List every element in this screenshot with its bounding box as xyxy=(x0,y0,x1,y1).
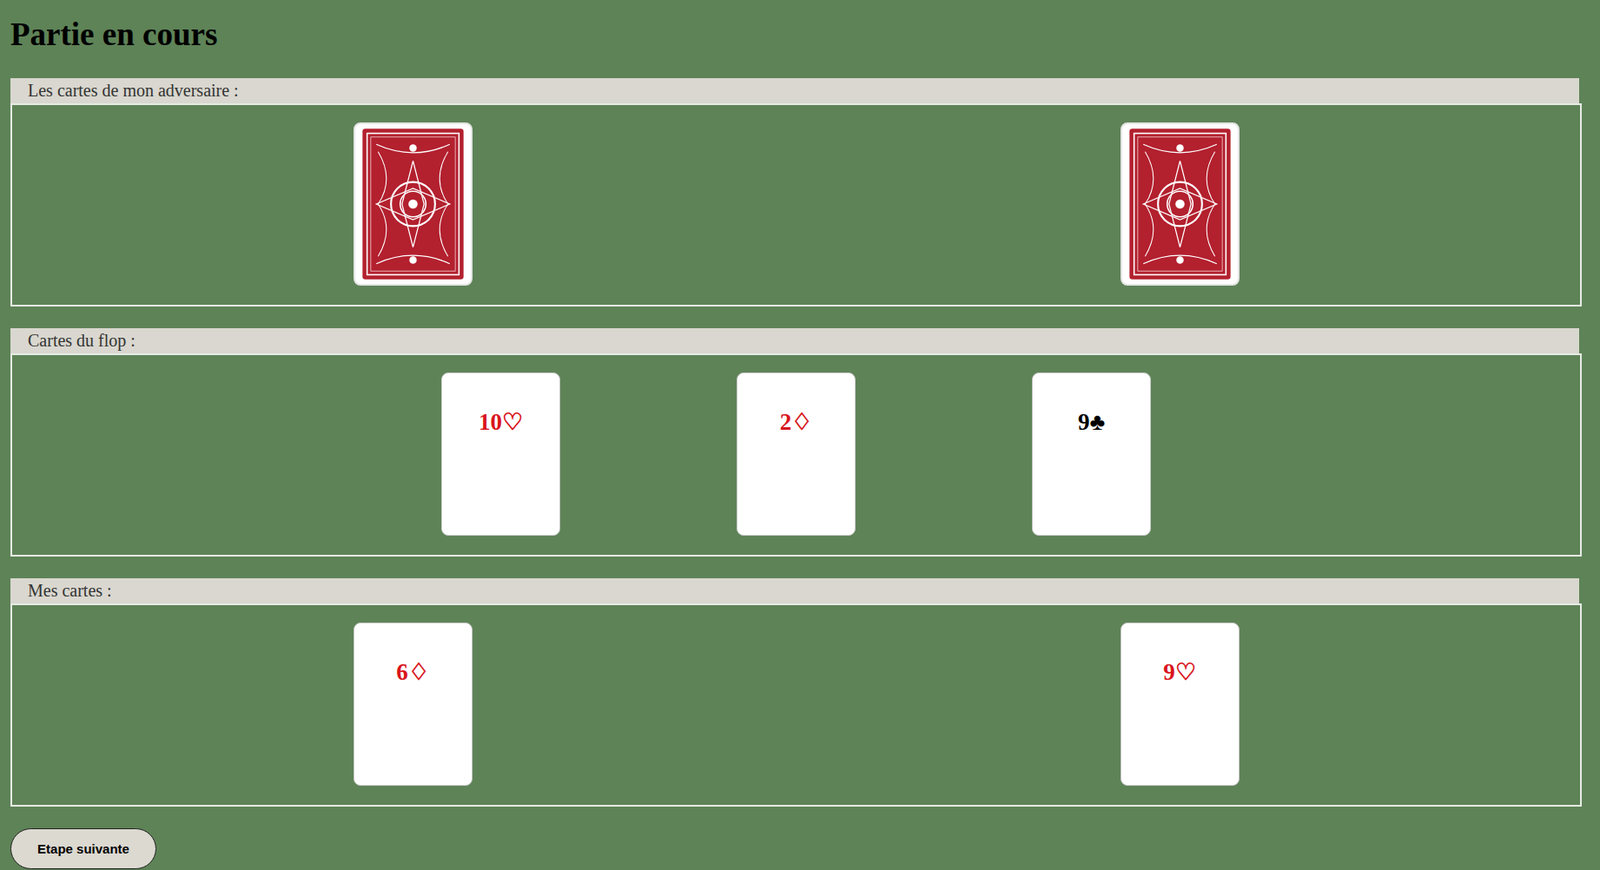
card-row: 6♢ 9♡ xyxy=(10,603,1582,807)
playing-card: 9♣ xyxy=(1031,372,1151,536)
card-group: Les cartes de mon adversaire : xyxy=(10,78,1582,307)
card-label: 10♡ xyxy=(478,409,523,536)
card-label: 6♢ xyxy=(396,660,430,786)
card-row xyxy=(10,103,1582,307)
card-label: 9♣ xyxy=(1077,409,1105,536)
game-page: Partie en cours Les cartes de mon advers… xyxy=(0,0,1600,870)
group-legend: Les cartes de mon adversaire : xyxy=(10,78,1580,104)
card-back-icon xyxy=(1122,124,1238,285)
playing-card: 10♡ xyxy=(441,372,561,536)
next-step-button[interactable]: Etape suivante xyxy=(10,828,157,870)
card-group: Cartes du flop : 10♡ 2♢ 9♣ xyxy=(10,328,1582,557)
group-legend: Cartes du flop : xyxy=(10,328,1580,354)
card-label: 9♡ xyxy=(1163,660,1197,786)
group-legend: Mes cartes : xyxy=(10,578,1580,604)
playing-card: 6♢ xyxy=(353,622,473,787)
page-title: Partie en cours xyxy=(10,0,1582,79)
card-group: Mes cartes : 6♢ 9♡ xyxy=(10,578,1582,807)
card-label: 2♢ xyxy=(780,409,814,536)
card-row: 10♡ 2♢ 9♣ xyxy=(10,353,1582,557)
card-back xyxy=(353,122,473,286)
card-back-icon xyxy=(355,124,471,285)
card-back xyxy=(1120,122,1240,286)
playing-card: 2♢ xyxy=(736,372,856,536)
playing-card: 9♡ xyxy=(1120,622,1240,787)
